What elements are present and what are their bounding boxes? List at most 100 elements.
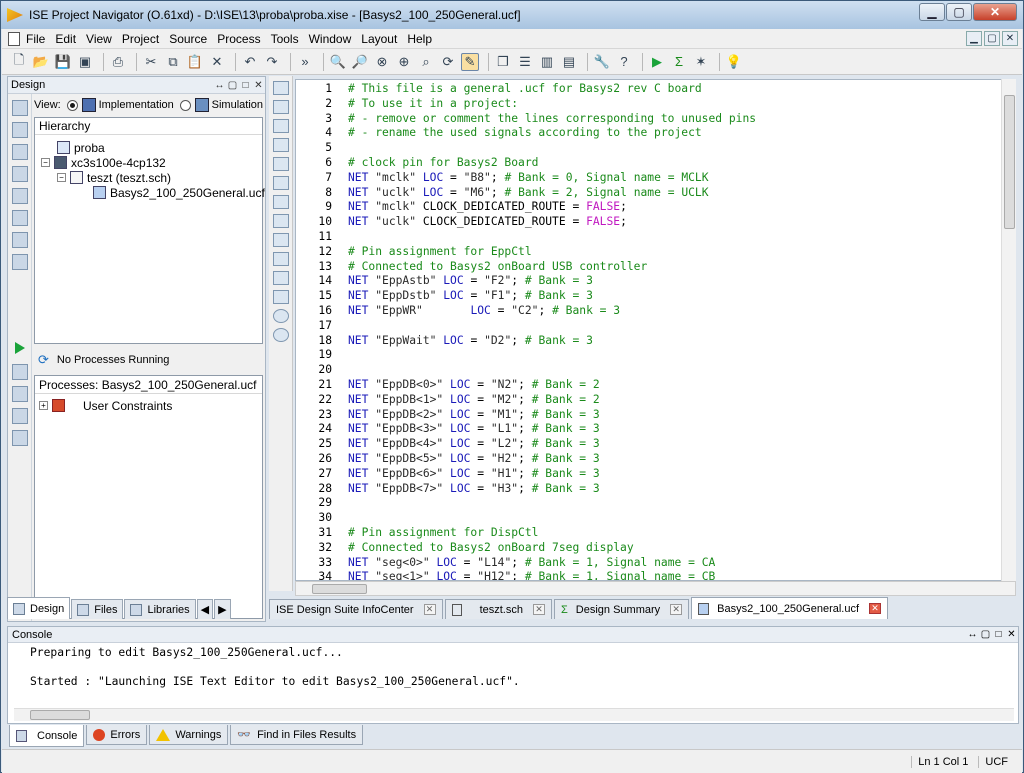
tile-horizontal-icon[interactable]: ☰ xyxy=(516,53,534,71)
zoom-select-icon[interactable]: ⌕ xyxy=(417,53,435,71)
code-line[interactable]: 34 NET "seg<1>" LOC = "H12"; # Bank = 1, … xyxy=(296,569,996,580)
code-line[interactable]: 21 NET "EppDB<0>" LOC = "N2"; # Bank = 2 xyxy=(296,377,996,392)
code-line[interactable]: 6 # clock pin for Basys2 Board xyxy=(296,155,996,170)
code-line[interactable]: 23 NET "EppDB<2>" LOC = "M1"; # Bank = 3 xyxy=(296,407,996,422)
code-line[interactable]: 30 xyxy=(296,510,996,525)
paste-icon[interactable]: 📋 xyxy=(186,53,204,71)
code-line[interactable]: 3 # - remove or comment the lines corresp… xyxy=(296,111,996,126)
menu-project[interactable]: Project xyxy=(122,32,159,46)
help-query-icon[interactable]: ? xyxy=(615,53,633,71)
hierarchy-icon[interactable] xyxy=(12,166,28,182)
panel-restore-icon[interactable]: ▢ xyxy=(226,80,239,91)
run-icon[interactable]: ▶ xyxy=(648,53,666,71)
comment-icon[interactable] xyxy=(273,119,289,133)
zoom-out-icon[interactable]: 🔎 xyxy=(351,53,369,71)
wrap-icon[interactable] xyxy=(273,290,289,304)
code-line[interactable]: 31 # Pin assignment for DispCtl xyxy=(296,525,996,540)
lightbulb-icon[interactable]: 💡 xyxy=(725,53,743,71)
code-line[interactable]: 11 xyxy=(296,229,996,244)
panel-restore-icon[interactable]: ▢ xyxy=(979,629,992,640)
menu-tools[interactable]: Tools xyxy=(271,32,299,46)
mdi-close-button[interactable]: ✕ xyxy=(1002,31,1018,46)
save-icon[interactable]: 💾 xyxy=(54,53,72,71)
float-icon[interactable]: ↔ xyxy=(213,80,226,91)
replace-icon[interactable] xyxy=(273,271,289,285)
telescope-icon[interactable]: ✶ xyxy=(692,53,710,71)
code-line[interactable]: 26 NET "EppDB<5>" LOC = "H2"; # Bank = 3 xyxy=(296,451,996,466)
code-line[interactable]: 7 NET "mclk" LOC = "B8"; # Bank = 0, Sign… xyxy=(296,170,996,185)
code-line[interactable]: 22 NET "EppDB<1>" LOC = "M2"; # Bank = 2 xyxy=(296,392,996,407)
process-item-user-constraints[interactable]: + User Constraints xyxy=(39,398,172,413)
tools-icon[interactable]: 🔧 xyxy=(593,53,611,71)
refresh-icon[interactable]: ⟳ xyxy=(439,53,457,71)
code-line[interactable]: 27 NET "EppDB<6>" LOC = "H1"; # Bank = 3 xyxy=(296,466,996,481)
panel-close-icon[interactable]: ✕ xyxy=(1005,629,1018,640)
edit-mode-icon[interactable]: ✎ xyxy=(461,52,479,71)
code-line[interactable]: 16 NET "EppWR" LOC = "C2"; # Bank = 3 xyxy=(296,303,996,318)
code-line[interactable]: 17 xyxy=(296,318,996,333)
cascade-icon[interactable]: ❐ xyxy=(494,53,512,71)
bookmark-icon[interactable] xyxy=(273,176,289,190)
close-button[interactable]: ✕ xyxy=(973,3,1017,21)
outdent-icon[interactable] xyxy=(273,100,289,114)
sigma-icon[interactable]: Σ xyxy=(670,53,688,71)
code-line[interactable]: 18 NET "EppWait" LOC = "D2"; # Bank = 3 xyxy=(296,333,996,348)
tab-files[interactable]: Files xyxy=(71,599,124,619)
tab-teszt-sch[interactable]: teszt.sch ✕ xyxy=(444,599,552,619)
code-line[interactable]: 15 NET "EppDstb" LOC = "F1"; # Bank = 3 xyxy=(296,288,996,303)
code-line[interactable]: 28 NET "EppDB<7>" LOC = "H3"; # Bank = 3 xyxy=(296,481,996,496)
zoom-in-icon[interactable]: 🔍 xyxy=(329,53,347,71)
add-copy-icon[interactable] xyxy=(12,144,28,160)
goto-icon[interactable] xyxy=(273,157,289,171)
uncomment-icon[interactable] xyxy=(273,138,289,152)
code-line[interactable]: 14 NET "EppAstb" LOC = "F2"; # Bank = 3 xyxy=(296,273,996,288)
remove-icon[interactable] xyxy=(12,188,28,204)
tab-ucf[interactable]: Basys2_100_250General.ucf ✕ xyxy=(691,597,889,619)
menu-window[interactable]: Window xyxy=(309,32,352,46)
code-line[interactable]: 24 NET "EppDB<3>" LOC = "L1"; # Bank = 3 xyxy=(296,421,996,436)
properties-icon[interactable] xyxy=(12,210,28,226)
tab-libraries[interactable]: Libraries xyxy=(124,599,196,619)
maximize-button[interactable]: ▢ xyxy=(946,3,972,21)
new-source-icon[interactable] xyxy=(12,100,28,116)
tree-item-device[interactable]: − xc3s100e-4cp132 xyxy=(41,155,166,170)
menu-edit[interactable]: Edit xyxy=(55,32,76,46)
code-line[interactable]: 29 xyxy=(296,495,996,510)
tab-console[interactable]: Console xyxy=(9,725,85,747)
console-horizontal-scrollbar[interactable] xyxy=(14,708,1014,721)
tab-warnings[interactable]: Warnings xyxy=(149,725,229,745)
minimize-button[interactable]: ▁ xyxy=(919,3,945,21)
panel-close-icon[interactable]: ✕ xyxy=(252,80,265,91)
code-line[interactable]: 5 xyxy=(296,140,996,155)
tree-item-project[interactable]: proba xyxy=(57,140,105,155)
process-settings-icon[interactable] xyxy=(12,408,28,424)
layout-icon[interactable] xyxy=(12,254,28,270)
code-line[interactable]: 32 # Connected to Basys2 onBoard 7seg dis… xyxy=(296,540,996,555)
code-line[interactable]: 20 xyxy=(296,362,996,377)
menu-view[interactable]: View xyxy=(86,32,112,46)
process-properties-icon[interactable] xyxy=(12,364,28,380)
float-icon[interactable]: ↔ xyxy=(966,629,979,640)
tile-vertical-icon[interactable]: ▥ xyxy=(538,53,556,71)
tab-design-summary[interactable]: Σ Design Summary ✕ xyxy=(553,599,690,619)
editor-horizontal-scrollbar[interactable] xyxy=(295,581,1016,596)
zoom-fit-icon[interactable]: ⊕ xyxy=(395,53,413,71)
collapse-icon[interactable]: − xyxy=(41,158,50,167)
implementation-label[interactable]: Implementation xyxy=(99,99,174,111)
code-line[interactable]: 19 xyxy=(296,347,996,362)
process-panel-icon[interactable] xyxy=(12,430,28,446)
menu-file[interactable]: File xyxy=(26,32,45,46)
collapse-icon[interactable]: − xyxy=(57,173,66,182)
expand-icon[interactable]: + xyxy=(39,401,48,410)
cut-icon[interactable]: ✂ xyxy=(142,53,160,71)
code-line[interactable]: 10 NET "uclk" CLOCK_DEDICATED_ROUTE = FAL… xyxy=(296,214,996,229)
close-tab-icon[interactable]: ✕ xyxy=(423,604,436,615)
tree-item-ucf[interactable]: Basys2_100_250General.ucf xyxy=(93,185,265,200)
delete-icon[interactable]: ✕ xyxy=(208,53,226,71)
panel-icon[interactable]: ▤ xyxy=(560,53,578,71)
code-line[interactable]: 1 # This file is a general .ucf for Basys… xyxy=(296,81,996,96)
tab-scroll-right[interactable]: ▶ xyxy=(214,599,231,619)
clear-bookmark-icon[interactable] xyxy=(273,233,289,247)
scroll-thumb[interactable] xyxy=(312,584,367,594)
tab-design[interactable]: Design xyxy=(7,597,71,619)
